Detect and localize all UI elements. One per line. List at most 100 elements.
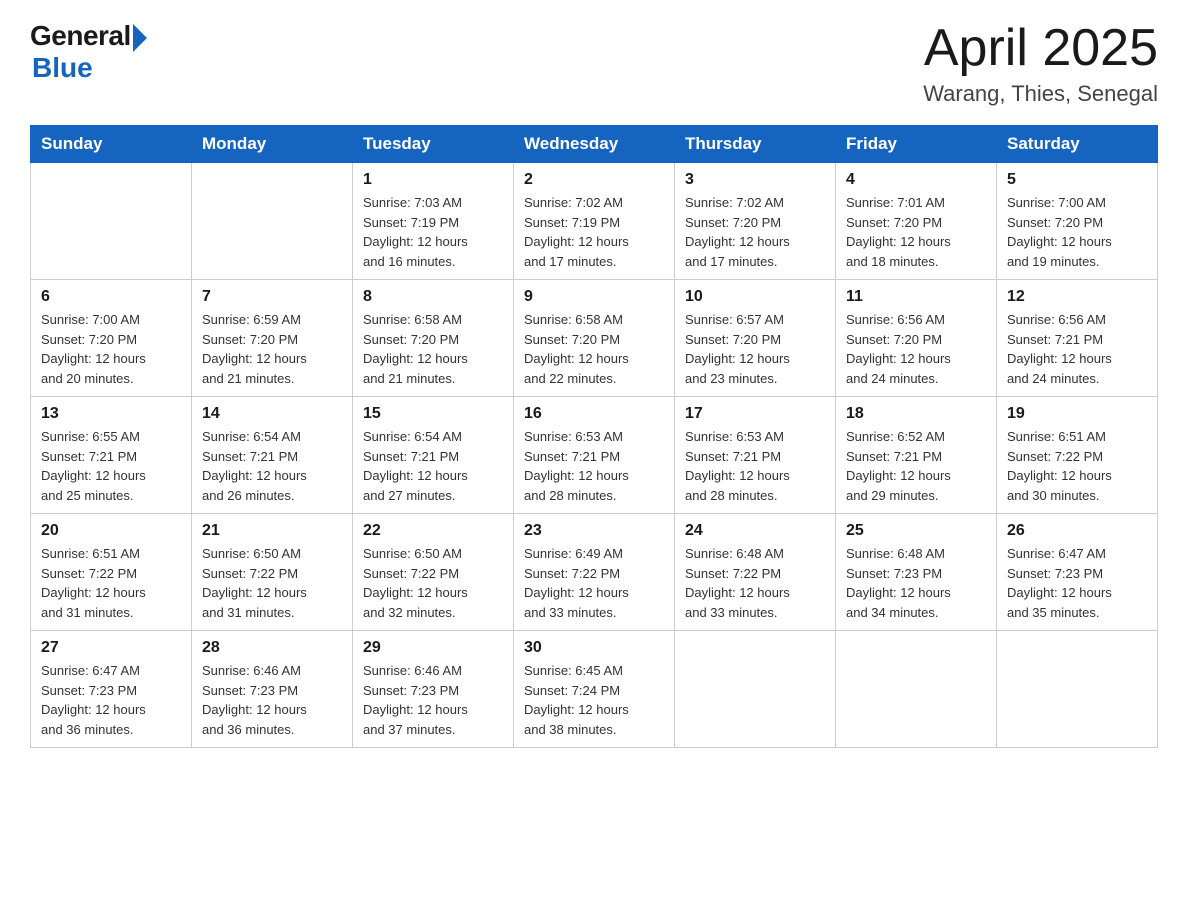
weekday-header-tuesday: Tuesday — [353, 126, 514, 163]
calendar-cell: 4Sunrise: 7:01 AM Sunset: 7:20 PM Daylig… — [836, 163, 997, 280]
weekday-header-saturday: Saturday — [997, 126, 1158, 163]
calendar-cell: 17 Sunrise: 6:53 AM Sunset: 7:21 PM Dayli… — [675, 397, 836, 514]
calendar-cell — [192, 163, 353, 280]
day-info: Sunrise: 6:58 AM Sunset: 7:20 PM Dayligh… — [524, 310, 664, 388]
day-number: 12 — [1007, 288, 1147, 306]
calendar-cell: 11 Sunrise: 6:56 AM Sunset: 7:20 PM Dayli… — [836, 280, 997, 397]
day-number: 18 — [846, 405, 986, 423]
day-info: Sunrise: 6:53 AM Sunset: 7:21 PM Dayligh… — [685, 427, 825, 505]
day-number: 21 — [202, 522, 342, 540]
calendar-cell: 22 Sunrise: 6:50 AM Sunset: 7:22 PM Dayli… — [353, 514, 514, 631]
calendar-cell: 14 Sunrise: 6:54 AM Sunset: 7:21 PM Dayli… — [192, 397, 353, 514]
calendar-cell: 9 Sunrise: 6:58 AM Sunset: 7:20 PM Daylig… — [514, 280, 675, 397]
day-number: 22 — [363, 522, 503, 540]
calendar-cell: 5 Sunrise: 7:00 AM Sunset: 7:20 PM Daylig… — [997, 163, 1158, 280]
day-info: Sunrise: 7:00 AM Sunset: 7:20 PM Dayligh… — [41, 310, 181, 388]
day-number: 25 — [846, 522, 986, 540]
day-info: Sunrise: 6:48 AM Sunset: 7:22 PM Dayligh… — [685, 544, 825, 622]
day-number: 6 — [41, 288, 181, 306]
day-info: Sunrise: 6:52 AM Sunset: 7:21 PM Dayligh… — [846, 427, 986, 505]
calendar-cell: 1 Sunrise: 7:03 AM Sunset: 7:19 PM Daylig… — [353, 163, 514, 280]
day-number: 24 — [685, 522, 825, 540]
weekday-header-sunday: Sunday — [31, 126, 192, 163]
day-info: Sunrise: 6:45 AM Sunset: 7:24 PM Dayligh… — [524, 661, 664, 739]
calendar-week-row: 13 Sunrise: 6:55 AM Sunset: 7:21 PM Dayli… — [31, 397, 1158, 514]
calendar-week-row: 27Sunrise: 6:47 AM Sunset: 7:23 PM Dayli… — [31, 631, 1158, 748]
day-info: Sunrise: 6:51 AM Sunset: 7:22 PM Dayligh… — [1007, 427, 1147, 505]
day-info: Sunrise: 6:53 AM Sunset: 7:21 PM Dayligh… — [524, 427, 664, 505]
calendar-cell: 12 Sunrise: 6:56 AM Sunset: 7:21 PM Dayli… — [997, 280, 1158, 397]
logo-blue-text: Blue — [32, 52, 93, 84]
calendar-cell — [997, 631, 1158, 748]
day-number: 19 — [1007, 405, 1147, 423]
day-number: 5 — [1007, 171, 1147, 189]
day-number: 13 — [41, 405, 181, 423]
day-number: 3 — [685, 171, 825, 189]
day-info: Sunrise: 7:02 AM Sunset: 7:19 PM Dayligh… — [524, 193, 664, 271]
day-number: 27 — [41, 639, 181, 657]
day-number: 8 — [363, 288, 503, 306]
day-number: 14 — [202, 405, 342, 423]
calendar-cell: 16Sunrise: 6:53 AM Sunset: 7:21 PM Dayli… — [514, 397, 675, 514]
calendar-table: SundayMondayTuesdayWednesdayThursdayFrid… — [30, 125, 1158, 748]
calendar-week-row: 1 Sunrise: 7:03 AM Sunset: 7:19 PM Daylig… — [31, 163, 1158, 280]
day-number: 28 — [202, 639, 342, 657]
day-info: Sunrise: 6:56 AM Sunset: 7:21 PM Dayligh… — [1007, 310, 1147, 388]
weekday-header-monday: Monday — [192, 126, 353, 163]
day-number: 23 — [524, 522, 664, 540]
calendar-cell: 24 Sunrise: 6:48 AM Sunset: 7:22 PM Dayli… — [675, 514, 836, 631]
day-info: Sunrise: 7:02 AM Sunset: 7:20 PM Dayligh… — [685, 193, 825, 271]
location-subtitle: Warang, Thies, Senegal — [923, 81, 1158, 107]
day-info: Sunrise: 6:48 AM Sunset: 7:23 PM Dayligh… — [846, 544, 986, 622]
logo: General Blue — [30, 20, 147, 84]
day-number: 15 — [363, 405, 503, 423]
day-number: 2 — [524, 171, 664, 189]
day-info: Sunrise: 6:56 AM Sunset: 7:20 PM Dayligh… — [846, 310, 986, 388]
day-info: Sunrise: 7:03 AM Sunset: 7:19 PM Dayligh… — [363, 193, 503, 271]
day-info: Sunrise: 6:50 AM Sunset: 7:22 PM Dayligh… — [202, 544, 342, 622]
day-number: 4 — [846, 171, 986, 189]
calendar-cell: 6 Sunrise: 7:00 AM Sunset: 7:20 PM Daylig… — [31, 280, 192, 397]
day-info: Sunrise: 6:46 AM Sunset: 7:23 PM Dayligh… — [363, 661, 503, 739]
calendar-cell: 20Sunrise: 6:51 AM Sunset: 7:22 PM Dayli… — [31, 514, 192, 631]
weekday-header-wednesday: Wednesday — [514, 126, 675, 163]
day-info: Sunrise: 6:46 AM Sunset: 7:23 PM Dayligh… — [202, 661, 342, 739]
calendar-cell: 2 Sunrise: 7:02 AM Sunset: 7:19 PM Daylig… — [514, 163, 675, 280]
weekday-header-friday: Friday — [836, 126, 997, 163]
calendar-cell: 18 Sunrise: 6:52 AM Sunset: 7:21 PM Dayli… — [836, 397, 997, 514]
weekday-header-thursday: Thursday — [675, 126, 836, 163]
calendar-header-row: SundayMondayTuesdayWednesdayThursdayFrid… — [31, 126, 1158, 163]
calendar-cell: 27Sunrise: 6:47 AM Sunset: 7:23 PM Dayli… — [31, 631, 192, 748]
day-info: Sunrise: 6:57 AM Sunset: 7:20 PM Dayligh… — [685, 310, 825, 388]
logo-arrow-icon — [133, 24, 147, 52]
calendar-cell: 26 Sunrise: 6:47 AM Sunset: 7:23 PM Dayli… — [997, 514, 1158, 631]
day-number: 17 — [685, 405, 825, 423]
page-header: General Blue April 2025 Warang, Thies, S… — [30, 20, 1158, 107]
day-number: 9 — [524, 288, 664, 306]
calendar-week-row: 20Sunrise: 6:51 AM Sunset: 7:22 PM Dayli… — [31, 514, 1158, 631]
calendar-cell — [675, 631, 836, 748]
calendar-cell: 7Sunrise: 6:59 AM Sunset: 7:20 PM Daylig… — [192, 280, 353, 397]
calendar-cell: 3 Sunrise: 7:02 AM Sunset: 7:20 PM Daylig… — [675, 163, 836, 280]
day-info: Sunrise: 6:50 AM Sunset: 7:22 PM Dayligh… — [363, 544, 503, 622]
logo-general-text: General — [30, 20, 131, 52]
calendar-cell: 21 Sunrise: 6:50 AM Sunset: 7:22 PM Dayli… — [192, 514, 353, 631]
day-number: 26 — [1007, 522, 1147, 540]
month-year-title: April 2025 — [923, 20, 1158, 77]
day-info: Sunrise: 6:58 AM Sunset: 7:20 PM Dayligh… — [363, 310, 503, 388]
day-number: 1 — [363, 171, 503, 189]
day-info: Sunrise: 6:49 AM Sunset: 7:22 PM Dayligh… — [524, 544, 664, 622]
day-info: Sunrise: 6:47 AM Sunset: 7:23 PM Dayligh… — [1007, 544, 1147, 622]
calendar-cell — [836, 631, 997, 748]
day-info: Sunrise: 6:55 AM Sunset: 7:21 PM Dayligh… — [41, 427, 181, 505]
day-number: 11 — [846, 288, 986, 306]
calendar-cell: 25 Sunrise: 6:48 AM Sunset: 7:23 PM Dayli… — [836, 514, 997, 631]
calendar-cell: 28 Sunrise: 6:46 AM Sunset: 7:23 PM Dayli… — [192, 631, 353, 748]
calendar-cell: 10Sunrise: 6:57 AM Sunset: 7:20 PM Dayli… — [675, 280, 836, 397]
calendar-cell: 15Sunrise: 6:54 AM Sunset: 7:21 PM Dayli… — [353, 397, 514, 514]
calendar-cell — [31, 163, 192, 280]
calendar-cell: 13 Sunrise: 6:55 AM Sunset: 7:21 PM Dayli… — [31, 397, 192, 514]
day-info: Sunrise: 7:00 AM Sunset: 7:20 PM Dayligh… — [1007, 193, 1147, 271]
title-block: April 2025 Warang, Thies, Senegal — [923, 20, 1158, 107]
day-info: Sunrise: 6:54 AM Sunset: 7:21 PM Dayligh… — [202, 427, 342, 505]
